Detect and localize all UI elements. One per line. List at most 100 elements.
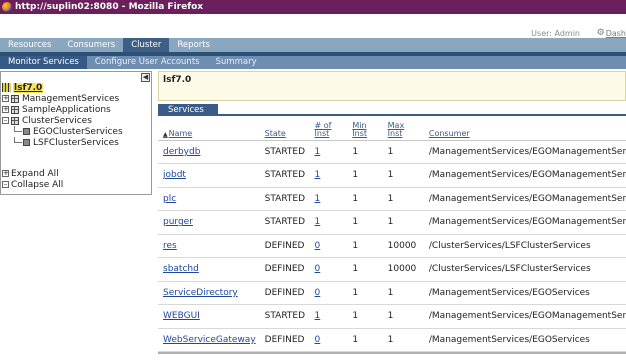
instance-count-link[interactable]: 1 xyxy=(315,170,321,180)
browser-title: http://suplin02:8080 - Mozilla Firefox xyxy=(15,2,204,12)
service-name-link[interactable]: jobdt xyxy=(163,170,186,180)
service-state: DEFINED xyxy=(259,257,310,282)
service-name-link[interactable]: purger xyxy=(163,217,193,227)
consumer: /ManagementServices/EGOManagementServi xyxy=(423,140,626,164)
dashboard-link[interactable]: ⚙ Dash xyxy=(597,28,626,38)
tree-actions: + Expand All – Collapse All xyxy=(2,168,63,190)
consumer: /ManagementServices/EGOManagementServi xyxy=(423,210,626,235)
tree-node-label[interactable]: SampleApplications xyxy=(22,105,111,115)
service-name-link[interactable]: WEBGUI xyxy=(163,311,200,321)
tree-node-sample-applications[interactable]: + SampleApplications xyxy=(2,104,123,115)
user-bar: User: Admin ⚙ Dash xyxy=(0,14,626,38)
tree-root[interactable]: lsf7.0 xyxy=(2,82,123,93)
column-header-min-inst[interactable]: Min Inst xyxy=(347,118,383,141)
service-state: STARTED xyxy=(259,187,310,211)
min-inst: 1 xyxy=(347,140,383,164)
table-row: derbydb STARTED 1 1 1 /ManagementService… xyxy=(158,140,626,164)
collapse-all-button[interactable]: – Collapse All xyxy=(2,179,63,190)
service-name-link[interactable]: res xyxy=(163,241,177,251)
min-inst: 1 xyxy=(347,187,383,211)
max-inst: 1 xyxy=(382,281,424,305)
consumer: /ManagementServices/EGOServices xyxy=(423,328,626,352)
user-label: User: Admin xyxy=(531,29,580,38)
service-group-icon xyxy=(11,105,19,114)
tab-monitor-services[interactable]: Monitor Services xyxy=(0,56,87,69)
expand-icon[interactable]: + xyxy=(2,106,9,113)
instance-count-link[interactable]: 1 xyxy=(315,311,321,321)
expand-all-button[interactable]: + Expand All xyxy=(2,168,63,179)
service-name-link[interactable]: plc xyxy=(163,194,176,204)
tab-resources[interactable]: Resources xyxy=(0,38,59,52)
min-inst: 1 xyxy=(347,257,383,282)
column-header-state[interactable]: State xyxy=(259,118,310,141)
services-table: ▲Name State # of Inst Min Inst Max Inst … xyxy=(158,118,626,352)
max-inst: 1 xyxy=(382,210,424,235)
column-header-consumer[interactable]: Consumer xyxy=(423,118,626,141)
tab-consumers[interactable]: Consumers xyxy=(59,38,123,52)
instance-count-link[interactable]: 0 xyxy=(315,288,321,298)
tree-branch-line xyxy=(11,126,23,137)
column-header-max-inst[interactable]: Max Inst xyxy=(382,118,424,141)
services-section-tab: Services xyxy=(158,104,626,116)
table-header-row: ▲Name State # of Inst Min Inst Max Inst … xyxy=(158,118,626,141)
column-header-inst[interactable]: # of Inst xyxy=(309,118,348,141)
tree-panel: ◀ lsf7.0 + ManagementServices + SampleAp… xyxy=(0,71,152,195)
max-inst: 10000 xyxy=(382,257,424,282)
instance-count-link[interactable]: 1 xyxy=(315,194,321,204)
tree-node-label[interactable]: ManagementServices xyxy=(22,94,119,104)
tree-child-label[interactable]: LSFClusterServices xyxy=(33,138,119,148)
tab-cluster[interactable]: Cluster xyxy=(123,38,170,52)
instance-count-link[interactable]: 1 xyxy=(315,217,321,227)
tree-node-management-services[interactable]: + ManagementServices xyxy=(2,93,123,104)
sort-ascending-icon: ▲ xyxy=(163,130,168,138)
service-icon xyxy=(23,139,30,146)
tree-node-label[interactable]: ClusterServices xyxy=(22,116,92,126)
table-row: WebServiceGateway DEFINED 0 1 1 /Managem… xyxy=(158,328,626,352)
tree-child-label[interactable]: EGOClusterServices xyxy=(33,127,123,137)
tab-reports[interactable]: Reports xyxy=(169,38,218,52)
tree-node-cluster-services[interactable]: – ClusterServices xyxy=(2,115,123,126)
min-inst: 1 xyxy=(347,328,383,352)
cluster-icon xyxy=(2,83,11,92)
max-inst: 10000 xyxy=(382,234,424,258)
tab-configure-user-accounts[interactable]: Configure User Accounts xyxy=(87,56,208,69)
instance-count-link[interactable]: 0 xyxy=(315,241,321,251)
dashboard-icon: ⚙ xyxy=(596,28,605,38)
column-header-name[interactable]: ▲Name xyxy=(158,118,260,141)
tree-branch-line xyxy=(11,137,23,148)
max-inst: 1 xyxy=(382,187,424,211)
consumer: /ClusterServices/LSFClusterServices xyxy=(423,257,626,282)
collapse-panel-button[interactable]: ◀ xyxy=(141,73,150,82)
tree-child-ego-cluster-services[interactable]: EGOClusterServices xyxy=(2,126,123,137)
instance-count-link[interactable]: 1 xyxy=(315,147,321,157)
table-row: purger STARTED 1 1 1 /ManagementServices… xyxy=(158,210,626,235)
tree-child-lsf-cluster-services[interactable]: LSFClusterServices xyxy=(2,137,123,148)
dashboard-link-label: Dash xyxy=(605,28,626,38)
instance-count-link[interactable]: 0 xyxy=(315,264,321,274)
table-row: plc STARTED 1 1 1 /ManagementServices/EG… xyxy=(158,187,626,211)
service-group-icon xyxy=(11,94,19,103)
consumer: /ClusterServices/LSFClusterServices xyxy=(423,234,626,258)
browser-title-bar: http://suplin02:8080 - Mozilla Firefox xyxy=(0,0,626,14)
min-inst: 1 xyxy=(347,163,383,188)
tab-summary[interactable]: Summary xyxy=(208,56,265,69)
service-icon xyxy=(23,128,30,135)
service-name-link[interactable]: ServiceDirectory xyxy=(163,288,238,298)
service-name-link[interactable]: sbatchd xyxy=(163,264,199,274)
service-name-link[interactable]: WebServiceGateway xyxy=(163,335,256,345)
services-tab-label[interactable]: Services xyxy=(158,104,218,116)
expand-all-label[interactable]: Expand All xyxy=(11,169,59,179)
instance-count-link[interactable]: 0 xyxy=(315,335,321,345)
min-inst: 1 xyxy=(347,234,383,258)
collapse-icon[interactable]: – xyxy=(2,117,9,124)
sub-tabs: Monitor Services Configure User Accounts… xyxy=(0,56,626,69)
max-inst: 1 xyxy=(382,328,424,352)
collapse-all-label[interactable]: Collapse All xyxy=(11,180,63,190)
service-name-link[interactable]: derbydb xyxy=(163,147,200,157)
max-inst: 1 xyxy=(382,304,424,329)
min-inst: 1 xyxy=(347,281,383,305)
content-title: lsf7.0 xyxy=(163,75,192,85)
expand-icon[interactable]: + xyxy=(2,95,9,102)
min-inst: 1 xyxy=(347,304,383,329)
tree-root-label[interactable]: lsf7.0 xyxy=(13,82,44,93)
